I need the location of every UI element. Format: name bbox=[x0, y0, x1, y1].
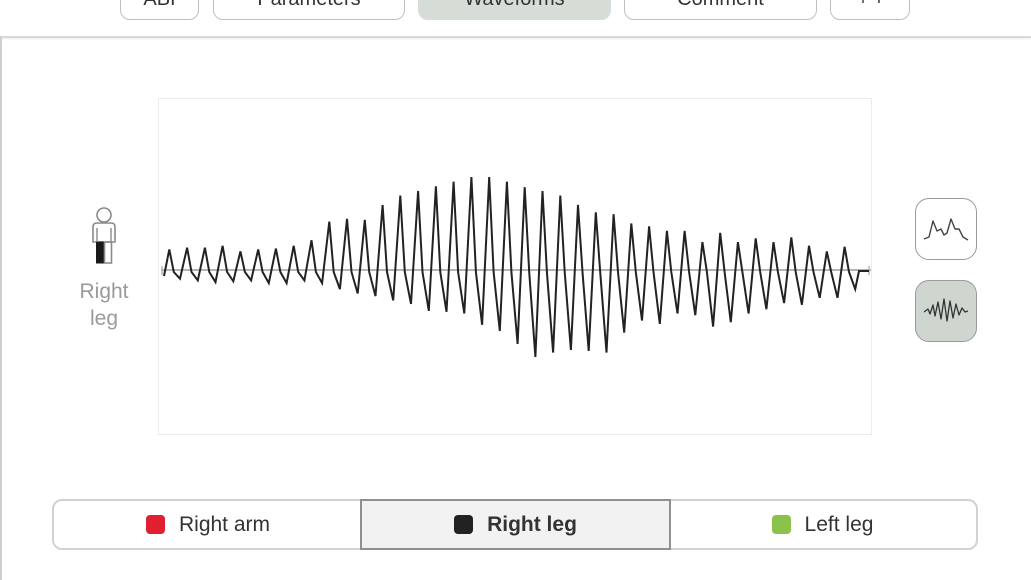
averaged-waveform-button[interactable] bbox=[915, 198, 977, 260]
channel-selector: Right arm Right leg Left leg bbox=[52, 499, 978, 550]
right-arm-color-swatch bbox=[145, 515, 165, 534]
channel-left-leg[interactable]: Left leg bbox=[669, 499, 976, 550]
tab-add[interactable]: + bbox=[830, 0, 910, 20]
right-leg-color-swatch bbox=[454, 515, 474, 534]
channel-right-arm[interactable]: Right arm bbox=[54, 499, 362, 550]
left-divider bbox=[0, 36, 2, 580]
tab-comment-label: Comment bbox=[677, 0, 764, 9]
tab-waveforms-label: Waveforms bbox=[464, 0, 564, 9]
channel-left-leg-label: Left leg bbox=[804, 512, 874, 536]
tab-parameters-label: Parameters bbox=[257, 0, 360, 9]
tab-parameters[interactable]: Parameters bbox=[213, 0, 405, 20]
limb-label-line2: leg bbox=[89, 307, 119, 330]
channel-right-leg-label: Right leg bbox=[487, 512, 577, 536]
tab-comment[interactable]: Comment bbox=[624, 0, 817, 20]
tab-abi-label: ABI bbox=[143, 0, 175, 9]
raw-oscillation-icon bbox=[923, 298, 969, 322]
channel-right-leg[interactable]: Right leg bbox=[360, 499, 671, 550]
waveform-chart bbox=[158, 98, 872, 435]
raw-oscillation-button[interactable] bbox=[915, 280, 977, 342]
limb-label: Right leg bbox=[72, 278, 136, 332]
tab-add-label: + bbox=[873, 0, 885, 9]
limb-indicator: Right leg bbox=[72, 206, 136, 332]
limb-label-line1: Right bbox=[79, 280, 129, 303]
channel-right-arm-label: Right arm bbox=[178, 512, 271, 536]
oscillation-series bbox=[163, 176, 869, 358]
tab-abi[interactable]: ABI bbox=[120, 0, 199, 20]
tab-waveforms[interactable]: Waveforms bbox=[418, 0, 611, 20]
left-leg-color-swatch bbox=[771, 515, 791, 534]
waveform-plot bbox=[161, 176, 871, 358]
averaged-waveform-icon bbox=[923, 218, 969, 241]
person-leg-icon bbox=[92, 207, 116, 264]
tab-bar: ABI Parameters Waveforms Comment + bbox=[0, 0, 1031, 38]
